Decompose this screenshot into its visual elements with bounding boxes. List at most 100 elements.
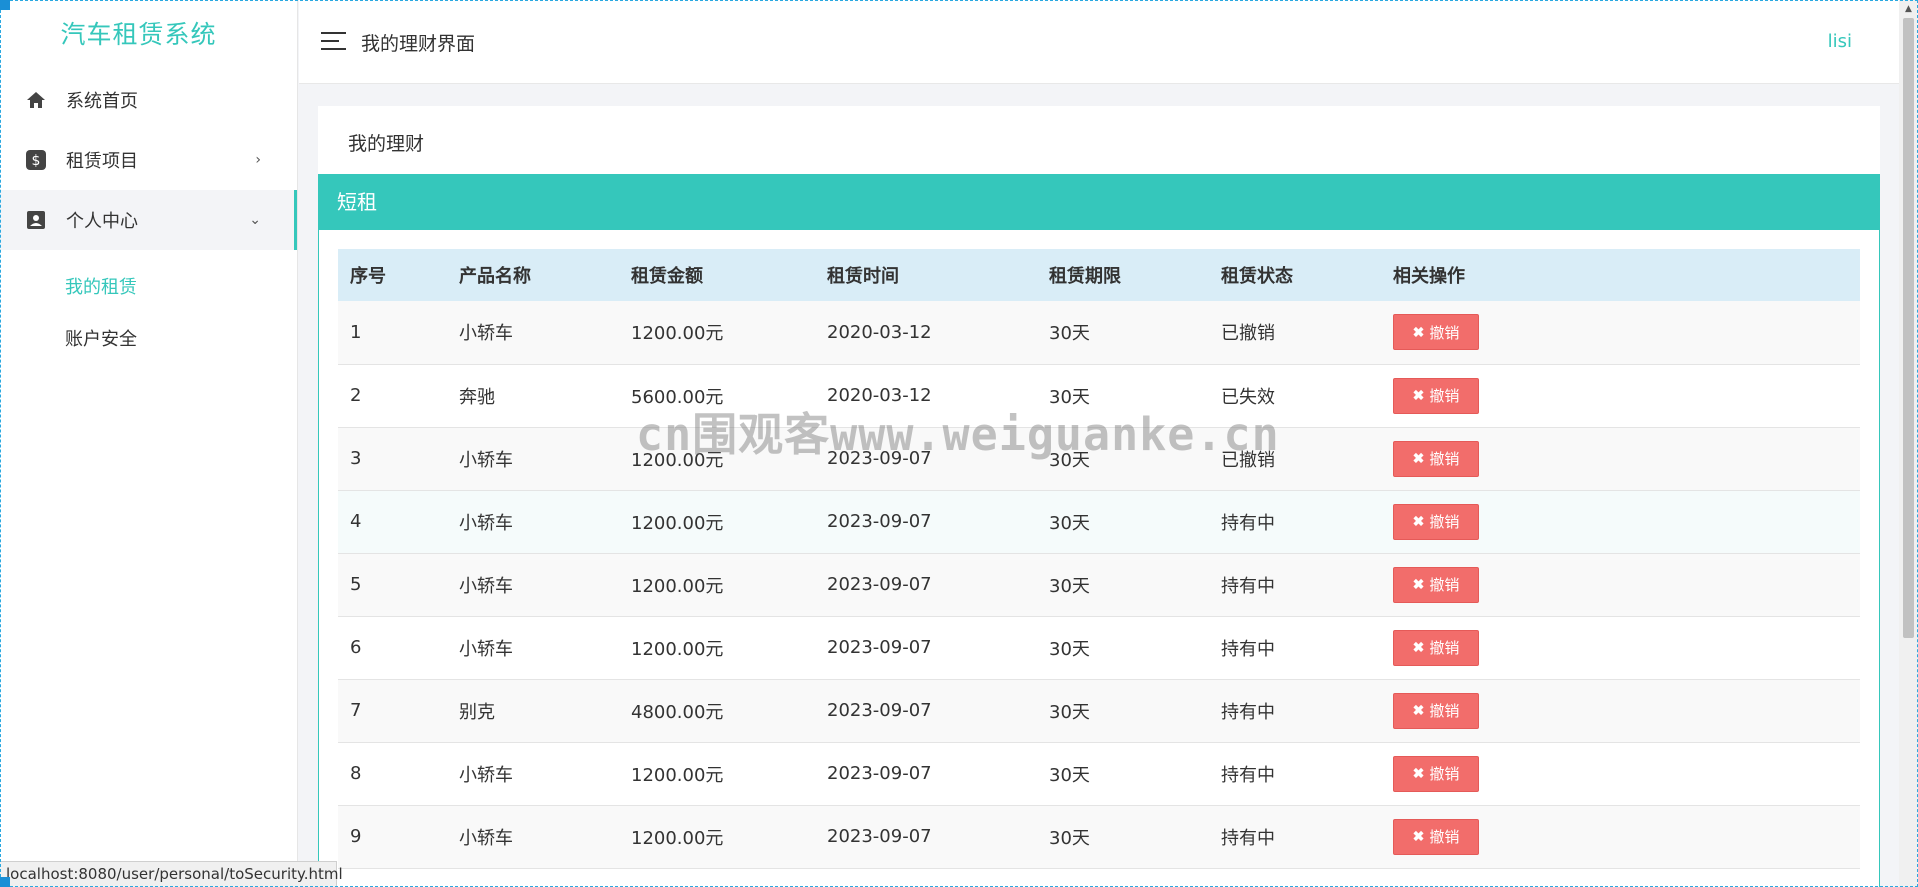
cell-no: 1 [350, 321, 362, 343]
cell-no: 9 [350, 826, 362, 847]
cell-action: ✖ 撤销 [1381, 490, 1860, 553]
cell-date: 2020-03-12 [827, 385, 932, 406]
cell-amount: 1200.00元 [631, 764, 724, 786]
cell-no: 2 [350, 385, 362, 406]
cell-name: 奔驰 [459, 386, 495, 408]
cell-status: 持有中 [1221, 827, 1275, 849]
table-row: 5 小轿车 1200.00元 2023-09-07 30天 持有中 ✖ 撤销 [338, 553, 1860, 616]
browser-status-url: localhost:8080/user/personal/toSecurity.… [0, 861, 343, 887]
cell-term: 30天 [1049, 386, 1090, 408]
cell-term: 30天 [1049, 827, 1090, 849]
cell-term: 30天 [1049, 323, 1090, 345]
cell-date: 2023-09-07 [827, 637, 932, 658]
cell-status: 持有中 [1221, 512, 1275, 534]
revoke-button-label: 撤销 [1429, 766, 1460, 783]
cell-amount: 1200.00元 [631, 323, 724, 345]
page-scrollbar[interactable]: ▲ [1899, 0, 1918, 887]
frame-handle [0, 0, 10, 10]
table-row: 2 奔驰 5600.00元 2020-03-12 30天 已失效 ✖ 撤销 [338, 364, 1860, 427]
cell-action: ✖ 撤销 [1381, 553, 1860, 616]
revoke-button[interactable]: ✖ 撤销 [1393, 314, 1479, 351]
cell-action: ✖ 撤销 [1381, 616, 1860, 679]
cell-action: ✖ 撤销 [1381, 742, 1860, 805]
table-row: 4 小轿车 1200.00元 2023-09-07 30天 持有中 ✖ 撤销 [338, 490, 1860, 553]
sidebar-item-personal-center[interactable]: 个人中心 ⌄ [0, 190, 297, 250]
cell-term: 30天 [1049, 575, 1090, 597]
svg-text:$: $ [32, 153, 41, 169]
column-header: 租赁状态 [1221, 266, 1293, 287]
revoke-button[interactable]: ✖ 撤销 [1393, 566, 1479, 603]
rental-panel: 短租 序号 产品名称 租赁金额 租赁时间 租赁期限 租赁状态 相关操作 1 小轿车… [318, 174, 1880, 887]
revoke-button-label: 撤销 [1429, 324, 1460, 342]
menu-toggle-icon[interactable] [321, 32, 346, 52]
rental-table: 序号 产品名称 租赁金额 租赁时间 租赁期限 租赁状态 相关操作 1 小轿车 120… [338, 249, 1860, 869]
revoke-button[interactable]: ✖ 撤销 [1393, 818, 1479, 855]
sidebar-item-rental-projects[interactable]: $ 租赁项目 › [0, 130, 297, 190]
revoke-button-label: 撤销 [1429, 451, 1460, 468]
cell-status: 持有中 [1221, 701, 1275, 723]
close-icon: ✖ [1412, 765, 1425, 781]
username-link[interactable]: lisi [1828, 31, 1852, 52]
cell-date: 2023-09-07 [827, 448, 932, 469]
column-header: 相关操作 [1393, 266, 1465, 287]
revoke-button[interactable]: ✖ 撤销 [1393, 755, 1479, 792]
sidebar: 汽车租赁系统 系统首页 $ 租赁项目 › 个人中心 ⌄ 我的租赁 账户安全 [0, 0, 298, 887]
cell-term: 30天 [1049, 764, 1090, 786]
close-icon: ✖ [1412, 323, 1425, 340]
cell-no: 4 [350, 511, 362, 532]
cell-date: 2023-09-07 [827, 700, 932, 721]
revoke-button[interactable]: ✖ 撤销 [1393, 503, 1479, 540]
user-card-icon [26, 210, 46, 230]
scrollbar-thumb[interactable] [1903, 18, 1914, 638]
cell-name: 小轿车 [459, 512, 513, 534]
cell-no: 7 [350, 700, 362, 721]
table-row: 8 小轿车 1200.00元 2023-09-07 30天 持有中 ✖ 撤销 [338, 742, 1860, 805]
cell-status: 已撤销 [1221, 449, 1275, 471]
sidebar-submenu: 我的租赁 账户安全 [0, 250, 297, 366]
revoke-button-label: 撤销 [1429, 514, 1460, 531]
app-logo-title[interactable]: 汽车租赁系统 [0, 0, 297, 70]
column-header: 序号 [350, 266, 386, 287]
cell-action: ✖ 撤销 [1381, 301, 1860, 364]
column-header: 产品名称 [459, 266, 531, 287]
cell-name: 小轿车 [459, 638, 513, 660]
revoke-button-label: 撤销 [1429, 829, 1460, 846]
close-icon: ✖ [1412, 576, 1425, 592]
close-icon: ✖ [1412, 513, 1425, 529]
cell-amount: 5600.00元 [631, 386, 724, 408]
revoke-button-label: 撤销 [1429, 703, 1460, 720]
column-header: 租赁期限 [1049, 266, 1121, 287]
cell-amount: 1200.00元 [631, 449, 724, 471]
revoke-button[interactable]: ✖ 撤销 [1393, 377, 1479, 414]
cell-name: 小轿车 [459, 449, 513, 471]
table-row: 6 小轿车 1200.00元 2023-09-07 30天 持有中 ✖ 撤销 [338, 616, 1860, 679]
revoke-button[interactable]: ✖ 撤销 [1393, 629, 1479, 666]
cell-name: 小轿车 [459, 827, 513, 849]
revoke-button[interactable]: ✖ 撤销 [1393, 692, 1479, 729]
cell-action: ✖ 撤销 [1381, 805, 1860, 868]
dollar-icon: $ [26, 150, 46, 170]
frame-handle [0, 877, 10, 887]
chevron-down-icon: ⌄ [249, 212, 261, 228]
cell-no: 5 [350, 574, 362, 595]
cell-action: ✖ 撤销 [1381, 679, 1860, 742]
column-header: 租赁时间 [827, 266, 899, 287]
cell-date: 2023-09-07 [827, 826, 932, 847]
sidebar-item-label: 系统首页 [66, 91, 138, 112]
column-header: 租赁金额 [631, 266, 703, 287]
cell-term: 30天 [1049, 512, 1090, 534]
cell-name: 小轿车 [459, 764, 513, 786]
cell-name: 小轿车 [459, 575, 513, 597]
page-title: 我的理财界面 [361, 33, 476, 55]
section-heading: 我的理财 [348, 133, 425, 155]
sidebar-subitem-my-rentals[interactable]: 我的租赁 [0, 262, 297, 314]
cell-term: 30天 [1049, 638, 1090, 660]
cell-status: 已失效 [1221, 386, 1275, 408]
revoke-button[interactable]: ✖ 撤销 [1393, 440, 1479, 477]
table-row: 1 小轿车 1200.00元 2020-03-12 30天 已撤销 ✖ 撤销 [338, 301, 1860, 364]
sidebar-item-home[interactable]: 系统首页 [0, 70, 297, 130]
revoke-button-label: 撤销 [1429, 388, 1460, 405]
sidebar-subitem-account-security[interactable]: 账户安全 [0, 314, 297, 366]
scroll-up-arrow-icon[interactable]: ▲ [1899, 0, 1918, 18]
chevron-right-icon: › [255, 152, 261, 168]
